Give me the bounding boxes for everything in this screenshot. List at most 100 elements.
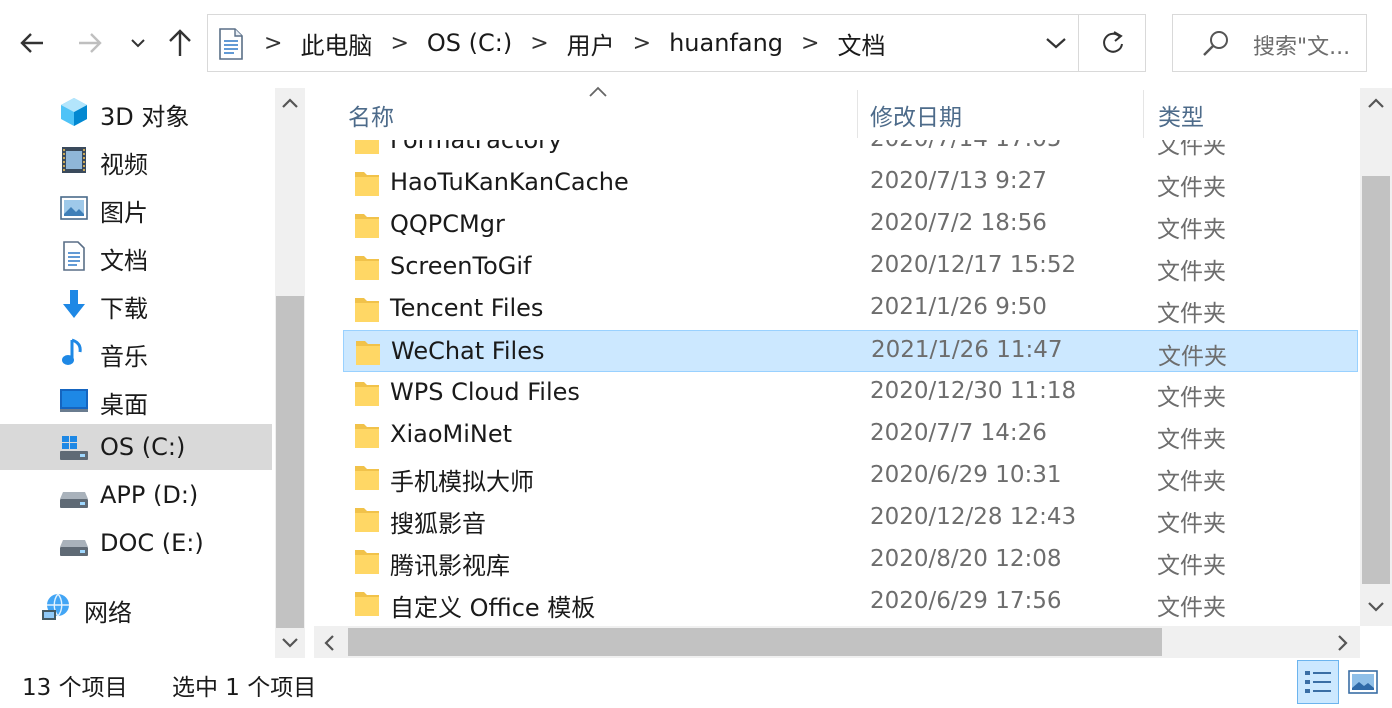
cube-3d-icon — [61, 98, 87, 126]
large-icons-view-button[interactable] — [1343, 660, 1385, 704]
file-date: 2020/7/14 17:05 — [870, 140, 1062, 152]
large-icons-view-icon — [1348, 670, 1378, 694]
breadcrumb-documents[interactable]: 文档 — [825, 26, 897, 61]
horizontal-scrollbar-thumb[interactable] — [348, 628, 1162, 656]
status-selected-count: 选中 1 个项目 — [172, 675, 317, 701]
network-icon — [42, 593, 69, 620]
table-row[interactable]: 搜狐影音 2020/12/28 12:43 文件夹 — [343, 498, 1358, 540]
sidebar-scrollbar-thumb[interactable] — [276, 296, 304, 628]
table-row[interactable]: QQPCMgr 2020/7/2 18:56 文件夹 — [343, 204, 1358, 246]
breadcrumb-users[interactable]: 用户 — [555, 26, 627, 61]
chevron-left-icon — [324, 635, 334, 651]
sidebar-item-label: 下载 — [100, 295, 148, 323]
chevron-down-icon — [1046, 38, 1066, 49]
table-row[interactable]: WeChat Files 2021/1/26 11:47 文件夹 — [343, 330, 1358, 372]
file-name: XiaoMiNet — [390, 420, 513, 448]
file-date: 2020/6/29 10:31 — [870, 462, 1062, 488]
sidebar-item-doc-e[interactable]: DOC (E:) — [0, 520, 272, 566]
breadcrumb-separator: > — [530, 30, 549, 56]
column-header-name[interactable]: 名称 — [348, 98, 394, 132]
table-row[interactable]: WPS Cloud Files 2020/12/30 11:18 文件夹 — [343, 372, 1358, 414]
table-row[interactable]: FormatFactory 2020/7/14 17:05 文件夹 — [343, 140, 1358, 162]
picture-icon — [60, 196, 88, 220]
sidebar-item-downloads[interactable]: 下载 — [0, 280, 272, 326]
table-row[interactable]: 自定义 Office 模板 2020/6/29 17:56 文件夹 — [343, 582, 1358, 624]
file-name: FormatFactory — [390, 140, 563, 154]
horizontal-scrollbar[interactable] — [314, 626, 1360, 658]
refresh-button[interactable] — [1078, 15, 1146, 71]
file-list-scrollbar-thumb[interactable] — [1362, 176, 1390, 584]
file-name: HaoTuKanKanCache — [390, 168, 629, 196]
breadcrumb-huanfang[interactable]: huanfang — [657, 29, 795, 57]
chevron-up-icon — [1368, 98, 1384, 108]
address-history-button[interactable] — [1034, 15, 1078, 71]
folder-icon — [356, 341, 380, 365]
recent-locations-button[interactable] — [120, 18, 156, 68]
chevron-down-icon — [131, 39, 145, 48]
breadcrumb-this-pc[interactable]: 此电脑 — [288, 26, 384, 61]
details-view-icon — [1305, 671, 1331, 693]
file-type: 文件夹 — [1157, 385, 1226, 411]
address-bar[interactable]: > 此电脑 > OS (C:) > 用户 > huanfang > 文档 — [207, 14, 1146, 72]
chevron-down-icon — [282, 638, 298, 648]
sidebar-item-music[interactable]: 音乐 — [0, 328, 272, 374]
sort-ascending-icon — [589, 86, 607, 97]
drive-icon — [60, 540, 88, 556]
file-type: 文件夹 — [1157, 301, 1226, 327]
file-type: 文件夹 — [1157, 469, 1226, 495]
file-date: 2021/1/26 9:50 — [870, 294, 1047, 320]
sidebar-item-label: OS (C:) — [100, 433, 186, 461]
file-date: 2020/6/29 17:56 — [870, 588, 1062, 614]
download-icon — [63, 290, 85, 318]
folder-icon — [355, 592, 379, 616]
table-row[interactable]: 腾讯影视库 2020/8/20 12:08 文件夹 — [343, 540, 1358, 582]
table-row[interactable]: XiaoMiNet 2020/7/7 14:26 文件夹 — [343, 414, 1358, 456]
sidebar-item-app-d[interactable]: APP (D:) — [0, 472, 272, 518]
file-type: 文件夹 — [1157, 175, 1226, 201]
file-name: Tencent Files — [390, 294, 544, 322]
sidebar-item-os-c[interactable]: OS (C:) — [0, 424, 272, 470]
folder-icon — [355, 508, 379, 532]
up-button[interactable] — [160, 18, 200, 68]
chevron-up-icon — [282, 98, 298, 108]
desktop-icon — [60, 389, 88, 412]
sidebar-item-documents[interactable]: 文档 — [0, 232, 272, 278]
sidebar-scrollbar[interactable] — [275, 88, 305, 658]
sidebar-item-3d-objects[interactable]: 3D 对象 — [0, 88, 272, 134]
forward-button[interactable] — [70, 18, 110, 68]
breadcrumb-os-c[interactable]: OS (C:) — [415, 29, 524, 57]
table-row[interactable]: Tencent Files 2021/1/26 9:50 文件夹 — [343, 288, 1358, 330]
sidebar-item-label: 3D 对象 — [100, 103, 190, 131]
file-date: 2020/7/13 9:27 — [870, 168, 1047, 194]
table-row[interactable]: 手机模拟大师 2020/6/29 10:31 文件夹 — [343, 456, 1358, 498]
file-type: 文件夹 — [1157, 259, 1226, 285]
column-header-date[interactable]: 修改日期 — [870, 98, 962, 132]
sidebar-item-label: 文档 — [100, 247, 148, 275]
folder-icon — [355, 382, 379, 406]
folder-icon — [355, 424, 379, 448]
table-row[interactable]: ScreenToGif 2020/12/17 15:52 文件夹 — [343, 246, 1358, 288]
sidebar-item-pictures[interactable]: 图片 — [0, 184, 272, 230]
file-name: WeChat Files — [391, 337, 545, 365]
column-divider[interactable] — [1143, 90, 1144, 138]
details-view-button[interactable] — [1297, 660, 1339, 704]
file-type: 文件夹 — [1157, 217, 1226, 243]
file-date: 2020/8/20 12:08 — [870, 546, 1062, 572]
column-header-type[interactable]: 类型 — [1158, 98, 1204, 132]
folder-icon — [355, 214, 379, 238]
table-row[interactable]: HaoTuKanKanCache 2020/7/13 9:27 文件夹 — [343, 162, 1358, 204]
file-type: 文件夹 — [1157, 427, 1226, 453]
breadcrumb-separator: > — [390, 30, 409, 56]
sidebar-item-videos[interactable]: 视频 — [0, 136, 272, 182]
back-button[interactable] — [12, 18, 52, 68]
file-list-scrollbar[interactable] — [1360, 88, 1392, 626]
arrow-up-icon — [169, 29, 191, 56]
sidebar-item-label: 视频 — [100, 151, 148, 179]
sidebar-item-network[interactable]: 网络 — [0, 584, 272, 630]
folder-icon — [355, 256, 379, 280]
file-date: 2020/12/17 15:52 — [870, 252, 1077, 278]
search-box[interactable]: 搜索"文... — [1172, 14, 1367, 72]
column-divider[interactable] — [857, 90, 858, 138]
sidebar-item-desktop[interactable]: 桌面 — [0, 376, 272, 422]
folder-icon — [355, 140, 379, 154]
